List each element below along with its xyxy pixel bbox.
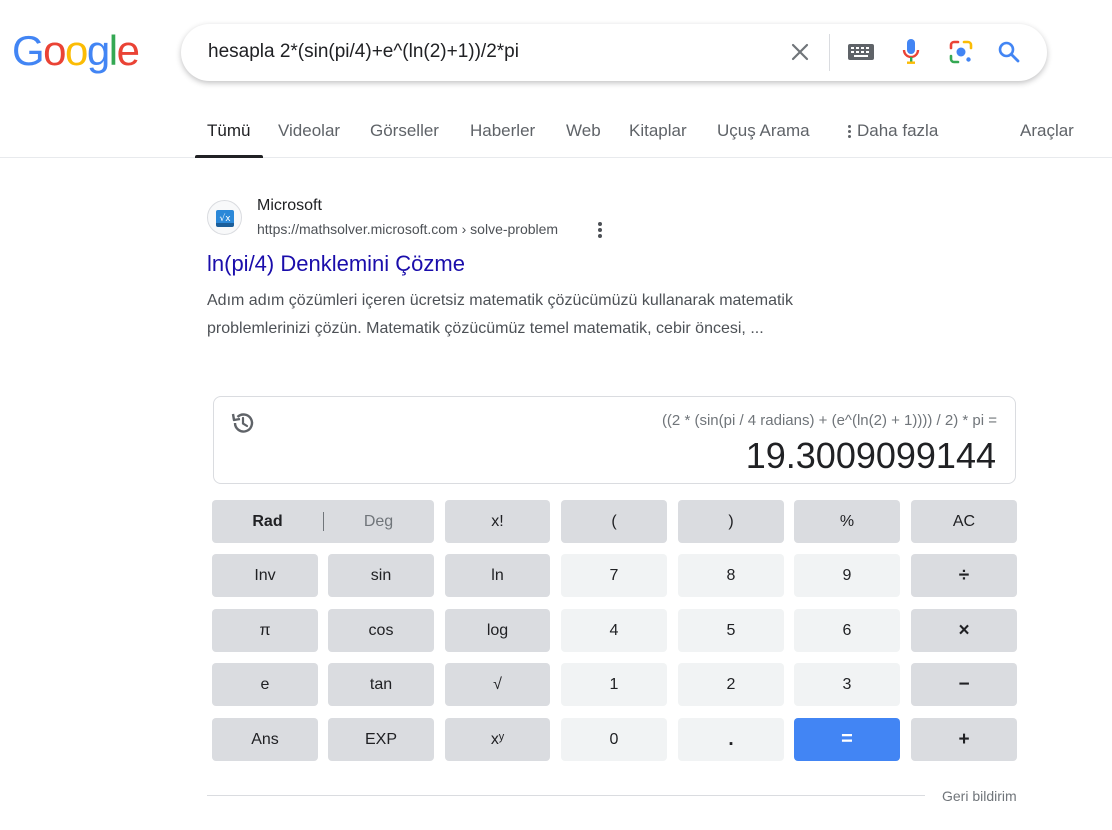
multiply-button[interactable]: × [911,609,1017,652]
digit-6-button[interactable]: 6 [794,609,900,652]
snippet-line: Adım adım çözümleri içeren ücretsiz mate… [207,292,793,309]
sin-button[interactable]: sin [328,554,434,597]
more-vert-icon [848,124,851,138]
digit-1-button[interactable]: 1 [561,663,667,706]
sqrt-button[interactable]: √ [445,663,550,706]
keyboard-icon[interactable] [846,37,876,67]
tab-more-label: Daha fazla [857,121,939,140]
svg-text:√x: √x [219,213,231,224]
inverse-button[interactable]: Inv [212,554,318,597]
calculator-result: 19.3009099144 [745,435,996,476]
logo-letter: o [65,27,88,74]
digit-4-button[interactable]: 4 [561,609,667,652]
digit-9-button[interactable]: 9 [794,554,900,597]
percent-button[interactable]: % [794,500,900,543]
result-snippet: Adım adım çözümleri içeren ücretsiz mate… [207,287,867,343]
calculator-display: ((2 * (sin(pi / 4 radians) + (e^(ln(2) +… [213,396,1016,484]
answer-button[interactable]: Ans [212,718,318,761]
minus-button[interactable]: − [911,663,1017,706]
history-icon[interactable] [230,410,256,436]
open-paren-button[interactable]: ( [561,500,667,543]
pi-button[interactable]: π [212,609,318,652]
cos-button[interactable]: cos [328,609,434,652]
ln-button[interactable]: ln [445,554,550,597]
feedback-divider [207,795,925,796]
digit-2-button[interactable]: 2 [678,663,784,706]
log-button[interactable]: log [445,609,550,652]
search-divider [829,34,830,71]
tab-web[interactable]: Web [566,121,601,141]
search-box[interactable]: hesapla 2*(sin(pi/4)+e^(ln(2)+1))/2*pi [181,24,1047,81]
calculator-expression: ((2 * (sin(pi / 4 radians) + (e^(ln(2) +… [661,412,997,429]
feedback-link[interactable]: Geri bildirim [942,788,1017,804]
decimal-button[interactable]: . [678,718,784,761]
digit-7-button[interactable]: 7 [561,554,667,597]
google-logo[interactable]: Google [12,27,140,74]
tab-news[interactable]: Haberler [470,121,535,141]
result-more-icon[interactable] [592,220,608,240]
logo-letter: G [12,27,45,74]
all-clear-button[interactable]: AC [911,500,1017,543]
tab-images[interactable]: Görseller [370,121,439,141]
logo-letter: g [86,27,110,74]
angle-mode-toggle: Rad Deg [212,500,434,543]
microphone-icon[interactable] [896,37,926,67]
power-button[interactable]: xʸ [445,718,550,761]
clear-icon[interactable] [785,37,815,67]
tools-button[interactable]: Araçlar [1020,121,1074,141]
digit-3-button[interactable]: 3 [794,663,900,706]
microsoft-math-favicon[interactable]: √x [207,200,242,235]
tab-flights[interactable]: Uçuş Arama [717,121,810,141]
active-tab-indicator [195,155,263,158]
tan-button[interactable]: tan [328,663,434,706]
search-tabs: Tümü Videolar Görseller Haberler Web Kit… [0,104,1112,158]
deg-button[interactable]: Deg [323,500,434,543]
exp-button[interactable]: EXP [328,718,434,761]
search-icon[interactable] [994,37,1024,67]
digit-5-button[interactable]: 5 [678,609,784,652]
rad-button[interactable]: Rad [212,500,323,543]
tab-books[interactable]: Kitaplar [629,121,687,141]
tab-all[interactable]: Tümü [207,121,250,141]
logo-letter: o [43,27,66,74]
result-site-name[interactable]: Microsoft [257,197,322,215]
tab-videos[interactable]: Videolar [278,121,340,141]
tab-more[interactable]: Daha fazla [848,121,938,141]
plus-button[interactable]: + [911,718,1017,761]
factorial-button[interactable]: x! [445,500,550,543]
digit-8-button[interactable]: 8 [678,554,784,597]
equals-button[interactable]: = [794,718,900,761]
result-url[interactable]: https://mathsolver.microsoft.com › solve… [257,221,558,237]
divide-button[interactable]: ÷ [911,554,1017,597]
lens-icon[interactable] [946,37,976,67]
e-button[interactable]: e [212,663,318,706]
close-paren-button[interactable]: ) [678,500,784,543]
result-title-link[interactable]: ln(pi/4) Denklemini Çözme [207,251,465,277]
logo-letter: l [108,27,118,74]
search-input[interactable]: hesapla 2*(sin(pi/4)+e^(ln(2)+1))/2*pi [208,41,519,63]
logo-letter: e [116,27,140,74]
digit-0-button[interactable]: 0 [561,718,667,761]
snippet-line: problemlerinizi çözün. Matematik çözücüm… [207,320,764,337]
